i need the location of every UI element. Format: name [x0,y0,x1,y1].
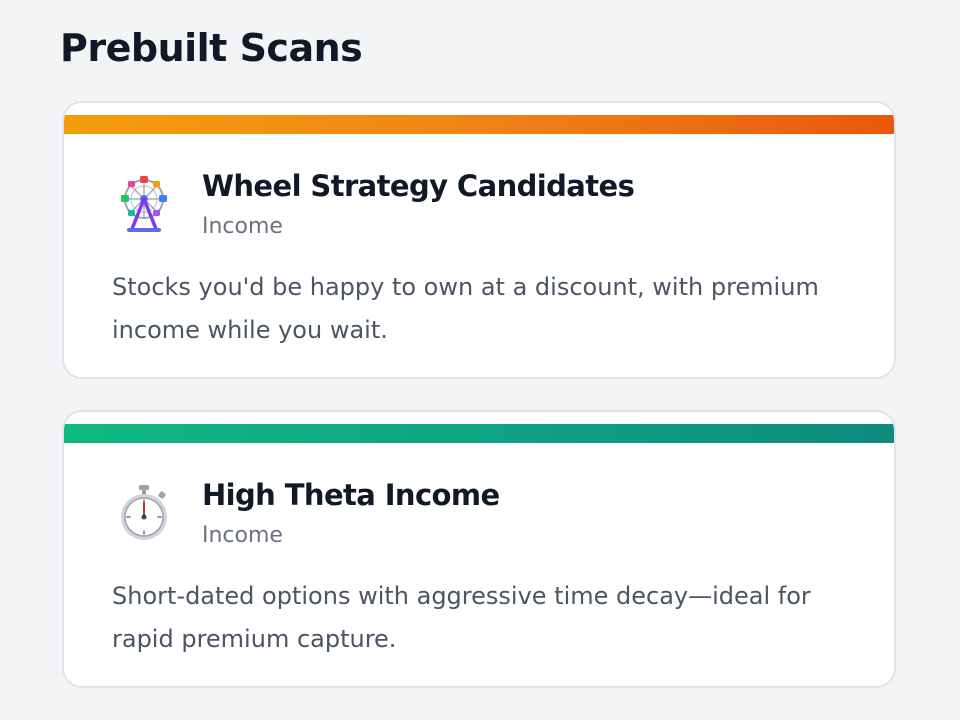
scan-description: Short-dated options with aggressive time… [112,582,811,653]
scan-card-high-theta[interactable]: High Theta Income Income Short-dated opt… [62,410,896,688]
card-accent-bar [64,424,894,443]
stopwatch-icon [114,484,174,544]
scan-title: High Theta Income [202,478,500,512]
scan-category: Income [202,523,283,548]
scan-category: Income [202,214,283,239]
card-accent-bar [64,115,894,134]
ferris-wheel-icon [114,175,174,235]
scan-title: Wheel Strategy Candidates [202,169,635,203]
scan-card-wheel-strategy[interactable]: Wheel Strategy Candidates Income Stocks … [62,101,896,379]
prebuilt-scans-page: Prebuilt Scans Wheel Strategy Candidates… [0,0,960,720]
scan-description: Stocks you'd be happy to own at a discou… [112,273,819,344]
page-title: Prebuilt Scans [60,26,363,70]
